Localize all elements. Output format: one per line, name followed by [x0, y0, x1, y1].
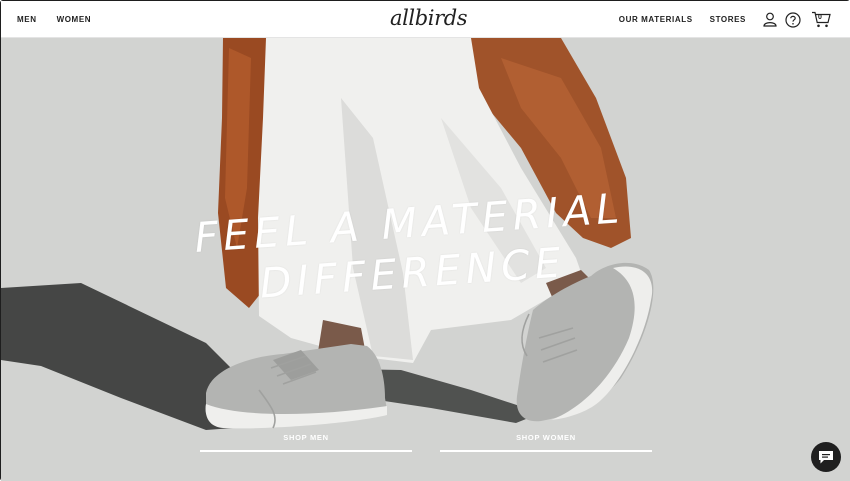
- logo[interactable]: allbirds: [390, 6, 468, 30]
- secondary-nav: OUR MATERIALS STORES 0: [619, 1, 831, 38]
- chat-icon: [819, 450, 833, 463]
- help-icon[interactable]: [785, 11, 801, 28]
- hero-banner: FEEL A MATERIAL DIFFERENCE SHOP MEN SHOP…: [1, 38, 850, 481]
- shop-women-button[interactable]: SHOP WOMEN: [440, 433, 652, 452]
- nav-our-materials[interactable]: OUR MATERIALS: [619, 15, 693, 24]
- cart-icon[interactable]: 0: [811, 11, 831, 28]
- account-icon[interactable]: [763, 12, 777, 27]
- nav-stores[interactable]: STORES: [710, 15, 746, 24]
- chat-button[interactable]: [811, 442, 841, 472]
- cart-count: 0: [818, 14, 822, 21]
- nav-men[interactable]: MEN: [17, 15, 37, 24]
- shop-men-button[interactable]: SHOP MEN: [200, 433, 412, 452]
- nav-women[interactable]: WOMEN: [57, 15, 92, 24]
- primary-nav: MEN WOMEN: [17, 1, 91, 38]
- site-header: MEN WOMEN allbirds OUR MATERIALS STORES: [1, 1, 850, 38]
